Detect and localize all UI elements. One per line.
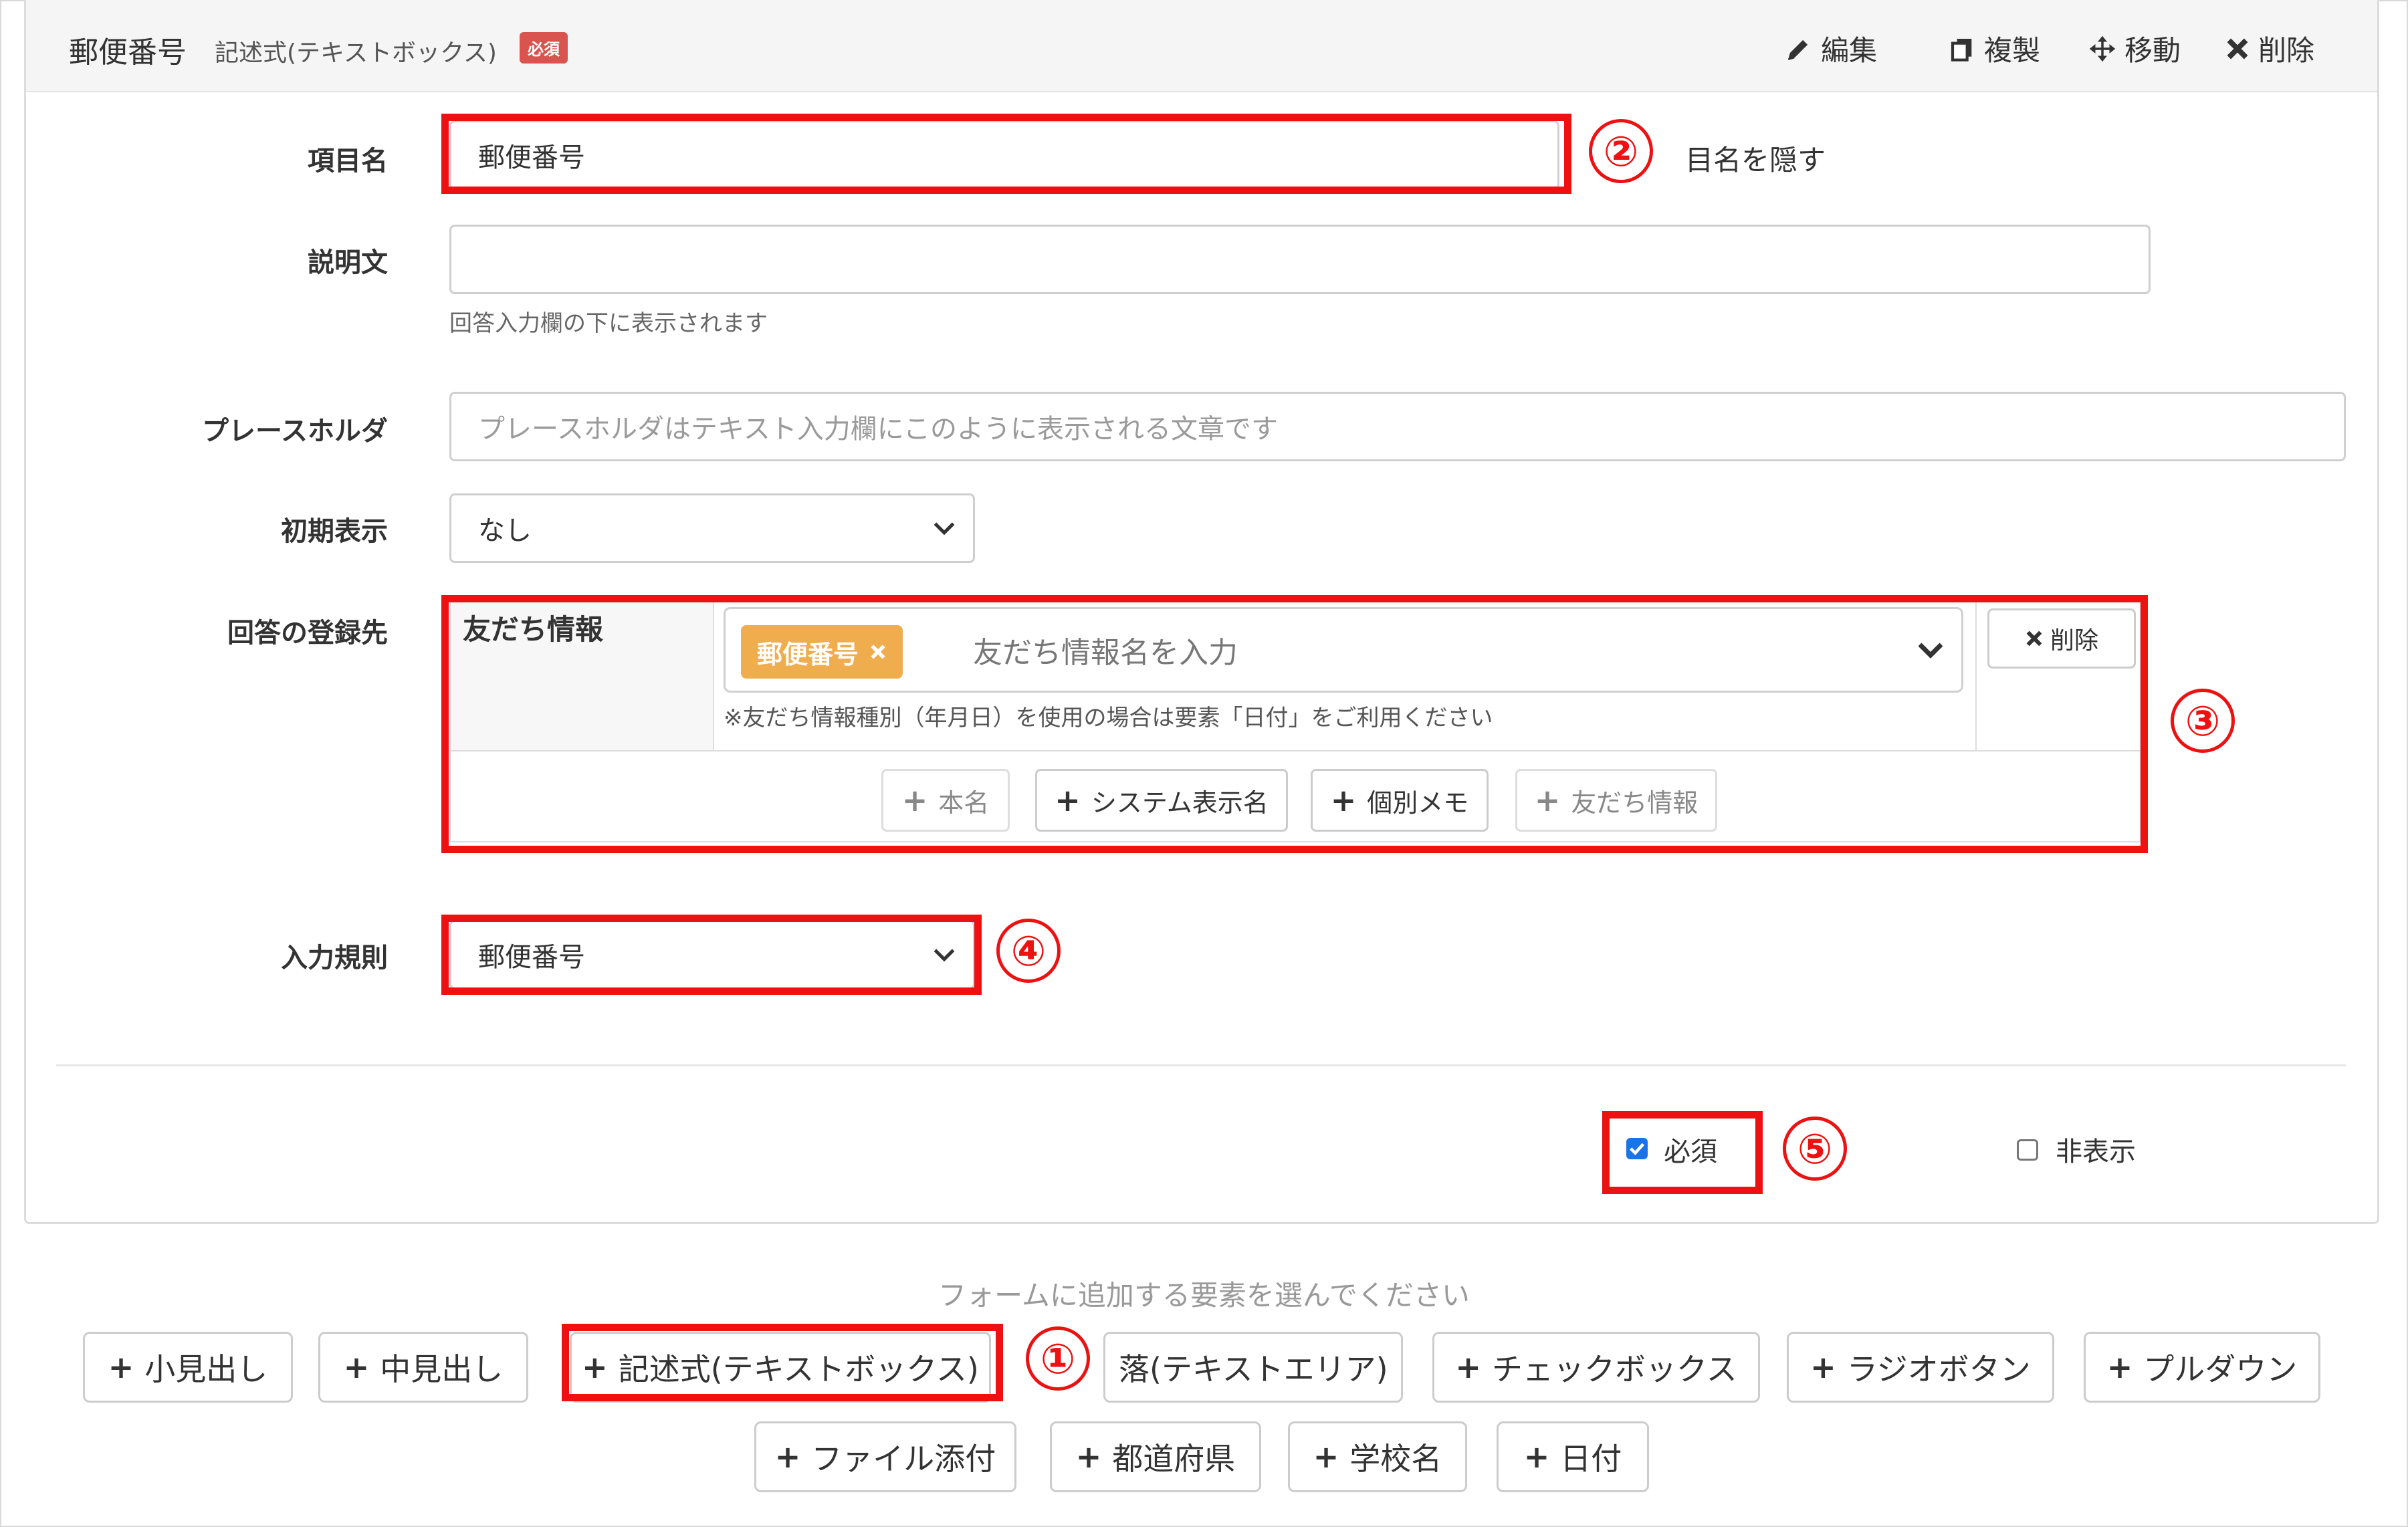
plus-icon: + — [108, 1349, 134, 1385]
add-element-prompt: フォームに追加する要素を選んでください — [938, 1279, 1470, 1312]
placeholder-input[interactable]: プレースホルダはテキスト入力欄にこのように表示される文章です — [449, 392, 2346, 461]
add-radio-button[interactable]: + ラジオボタン — [1787, 1332, 2054, 1403]
panel-header: 郵便番号 記述式(テキストボックス) 必須 編集 複製 移動 削除 — [26, 0, 2377, 92]
description-input[interactable] — [449, 225, 2151, 294]
add-checkbox-label: チェックボックス — [1491, 1351, 1737, 1387]
edit-button[interactable]: 編集 — [1785, 28, 1877, 69]
add-date-button[interactable]: + 日付 — [1497, 1421, 1649, 1492]
description-help: 回答入力欄の下に表示されます — [449, 310, 768, 337]
add-dropdown-label: プルダウン — [2143, 1351, 2298, 1387]
move-icon — [2089, 35, 2116, 62]
item-name-label: 項目名 — [308, 146, 388, 177]
annotation-1: ① — [1026, 1326, 1090, 1391]
plus-icon: + — [1810, 1349, 1836, 1385]
plus-icon: + — [2106, 1349, 2133, 1385]
add-medium-heading-label: 中見出し — [380, 1351, 504, 1387]
add-textarea-label: 落(テキストエリア) — [1119, 1351, 1388, 1387]
hidden-checkbox[interactable] — [2017, 1139, 2038, 1161]
add-textarea-button[interactable]: 落(テキストエリア) — [1103, 1332, 1403, 1403]
add-school-label: 学校名 — [1349, 1441, 1442, 1477]
placeholder-input-hint: プレースホルダはテキスト入力欄にこのように表示される文章です — [478, 414, 1278, 445]
hidden-label: 非表示 — [2056, 1137, 2136, 1167]
pencil-icon — [1787, 39, 1808, 60]
plus-icon: + — [1075, 1439, 1102, 1475]
answer-destination-label: 回答の登録先 — [227, 618, 388, 649]
delete-element-button[interactable]: 削除 — [2225, 28, 2314, 69]
close-icon — [2227, 38, 2248, 59]
add-small-heading-button[interactable]: + 小見出し — [83, 1332, 293, 1403]
chevron-down-icon — [934, 522, 955, 536]
initial-display-select[interactable]: なし — [449, 493, 975, 563]
delete-label: 削除 — [2258, 34, 2315, 67]
annotation-2: ② — [1589, 119, 1653, 183]
required-badge: 必須 — [520, 32, 568, 64]
element-title: 郵便番号 — [69, 35, 187, 70]
add-radio-label: ラジオボタン — [1846, 1351, 2031, 1387]
add-prefecture-label: 都道府県 — [1112, 1441, 1236, 1477]
add-prefecture-button[interactable]: + 都道府県 — [1050, 1421, 1261, 1492]
add-file-button[interactable]: + ファイル添付 — [754, 1421, 1016, 1492]
placeholder-label: プレースホルダ — [202, 416, 388, 447]
move-label: 移動 — [2124, 34, 2181, 67]
plus-icon: + — [1455, 1349, 1481, 1385]
add-medium-heading-button[interactable]: + 中見出し — [318, 1332, 528, 1403]
initial-display-value: なし — [478, 515, 532, 546]
highlight-box-2 — [441, 114, 1571, 194]
annotation-3: ③ — [2171, 689, 2235, 753]
duplicate-label: 複製 — [1984, 34, 2041, 67]
annotation-4: ④ — [996, 919, 1061, 983]
add-school-button[interactable]: + 学校名 — [1288, 1421, 1467, 1492]
highlight-box-5 — [1602, 1111, 1763, 1194]
plus-icon: + — [774, 1439, 801, 1475]
highlight-box-4 — [441, 915, 982, 995]
element-type: 記述式(テキストボックス) — [215, 39, 497, 67]
plus-icon: + — [1523, 1439, 1550, 1475]
add-file-label: ファイル添付 — [811, 1441, 996, 1477]
plus-icon: + — [1313, 1439, 1339, 1475]
move-button[interactable]: 移動 — [2088, 28, 2181, 69]
add-small-heading-label: 小見出し — [144, 1351, 268, 1387]
section-divider — [56, 1064, 2346, 1066]
highlight-box-1 — [562, 1324, 1003, 1401]
hide-label-option[interactable]: 目名を隠す — [1685, 138, 1826, 179]
annotation-5: ⑤ — [1783, 1117, 1847, 1181]
add-date-label: 日付 — [1560, 1441, 1622, 1477]
add-dropdown-button[interactable]: + プルダウン — [2084, 1332, 2320, 1403]
duplicate-button[interactable]: 複製 — [1949, 28, 2040, 69]
input-rule-label: 入力規則 — [281, 943, 388, 973]
plus-icon: + — [343, 1349, 370, 1385]
edit-label: 編集 — [1821, 34, 1878, 67]
duplicate-icon — [1951, 38, 1972, 62]
description-label: 説明文 — [308, 247, 388, 278]
add-checkbox-button[interactable]: + チェックボックス — [1432, 1332, 1760, 1403]
highlight-box-3 — [441, 595, 2148, 853]
initial-display-label: 初期表示 — [281, 516, 388, 547]
